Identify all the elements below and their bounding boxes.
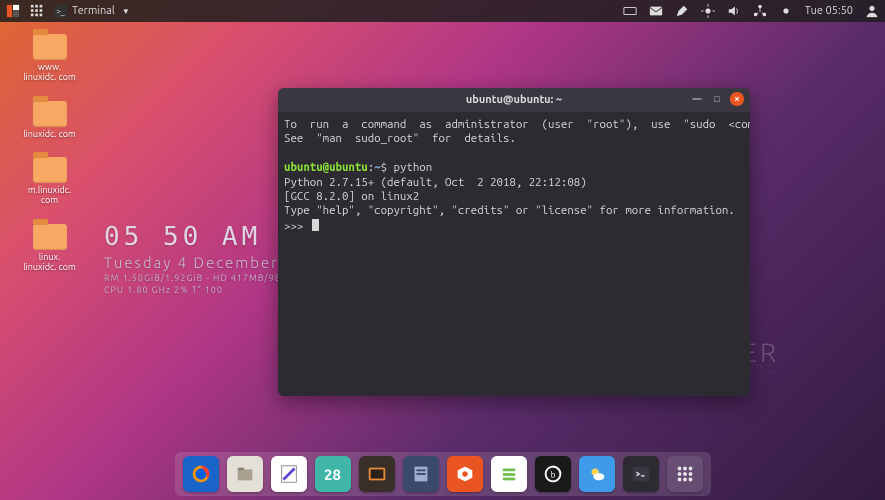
conky-cpu: CPU 1.80 GHz 2% T° 100 xyxy=(104,285,302,295)
desktop-folder[interactable]: m.linuxidc. com xyxy=(22,151,77,206)
calendar-badge: 28 xyxy=(324,466,341,483)
dock-calendar[interactable]: 28 xyxy=(315,456,351,492)
terminal-line: Python 2.7.15+ (default, Oct 2 2018, 22:… xyxy=(284,176,587,189)
minimize-button[interactable]: — xyxy=(690,92,704,106)
app-menu[interactable]: >_ Terminal ▼ xyxy=(54,5,130,18)
folder-icon xyxy=(33,224,67,250)
app-menu-label: Terminal xyxy=(72,5,115,17)
network-icon[interactable] xyxy=(753,4,767,18)
terminal-window[interactable]: ubuntu@ubuntu: ~ — □ × To run a command … xyxy=(278,88,750,396)
terminal-line: See "man sudo_root" for details. xyxy=(284,132,516,145)
folder-icon xyxy=(33,34,67,60)
dock-software[interactable] xyxy=(447,456,483,492)
conky-time: 05 50 AM xyxy=(104,222,302,252)
conky-ram: RM 1.50GiB/1.92GiB - HD 417MB/985MB xyxy=(104,273,302,283)
prompt-sep: $ xyxy=(381,161,394,174)
dock-text-editor[interactable] xyxy=(271,456,307,492)
terminal-line: To run a command as administrator (user … xyxy=(284,118,750,131)
desktop-folder[interactable]: linux. linuxidc. com xyxy=(22,218,77,273)
conky-date: Tuesday 4 December xyxy=(104,254,302,271)
chevron-down-icon: ▼ xyxy=(122,7,130,16)
svg-text:b: b xyxy=(550,470,555,480)
brightness-icon[interactable] xyxy=(701,4,715,18)
maximize-button[interactable]: □ xyxy=(710,92,724,106)
close-button[interactable]: × xyxy=(730,92,744,106)
edit-icon[interactable] xyxy=(675,4,689,18)
user-icon[interactable] xyxy=(865,4,879,18)
terminal-body[interactable]: To run a command as administrator (user … xyxy=(278,112,750,396)
dock-tweaks[interactable] xyxy=(491,456,527,492)
volume-icon[interactable] xyxy=(727,4,741,18)
terminal-cursor xyxy=(312,219,319,231)
dock-files[interactable] xyxy=(227,456,263,492)
terminal-appicon: >_ xyxy=(54,5,67,18)
dock-weather[interactable] xyxy=(579,456,615,492)
mail-icon[interactable] xyxy=(649,4,663,18)
terminal-repl-prompt: >>> xyxy=(284,220,310,233)
desktop-folder[interactable]: linuxidc. com xyxy=(22,95,77,139)
prompt-user: ubuntu@ubuntu xyxy=(284,161,368,174)
clock[interactable]: Tue 05:50 xyxy=(805,5,853,17)
desktop-folder[interactable]: www. linuxidc. com xyxy=(22,28,77,83)
terminal-title: ubuntu@ubuntu: ~ xyxy=(466,94,562,106)
top-panel: >_ Terminal ▼ Tue 05:50 xyxy=(0,0,885,22)
terminal-titlebar[interactable]: ubuntu@ubuntu: ~ — □ × xyxy=(278,88,750,112)
desktop-icons: www. linuxidc. com linuxidc. com m.linux… xyxy=(22,28,77,272)
folder-icon xyxy=(33,101,67,127)
dock-backup[interactable]: b xyxy=(535,456,571,492)
terminal-line: [GCC 8.2.0] on linux2 xyxy=(284,190,419,203)
dock-media[interactable] xyxy=(359,456,395,492)
dock: 28 b xyxy=(175,452,711,496)
desktop-folder-label: m.linuxidc. com xyxy=(22,185,77,206)
dock-apps[interactable] xyxy=(667,456,703,492)
keyboard-icon[interactable] xyxy=(623,4,637,18)
dock-todo[interactable] xyxy=(403,456,439,492)
folder-icon xyxy=(33,157,67,183)
dock-terminal[interactable] xyxy=(623,456,659,492)
conky-widget: 05 50 AM Tuesday 4 December RM 1.50GiB/1… xyxy=(104,222,302,295)
desktop-folder-label: www. linuxidc. com xyxy=(22,62,77,83)
apps-grid-icon[interactable] xyxy=(30,4,44,18)
terminal-command: python xyxy=(394,161,433,174)
desktop-folder-label: linuxidc. com xyxy=(23,129,76,139)
dock-firefox[interactable] xyxy=(183,456,219,492)
nightlight-icon[interactable] xyxy=(779,4,793,18)
desktop-folder-label: linux. linuxidc. com xyxy=(22,252,77,273)
activities-icon[interactable] xyxy=(6,4,20,18)
terminal-line: Type "help", "copyright", "credits" or "… xyxy=(284,204,735,217)
